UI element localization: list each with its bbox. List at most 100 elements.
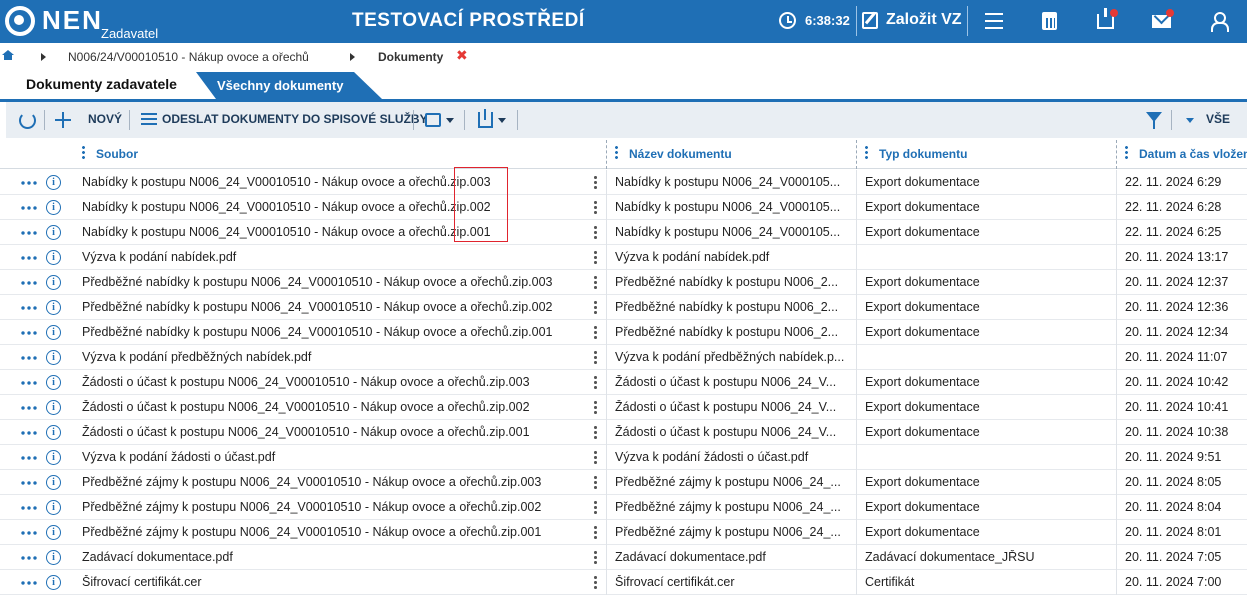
tab-contracting-documents[interactable]: Dokumenty zadavatele <box>26 76 177 92</box>
column-divider[interactable] <box>606 140 607 169</box>
more-icon[interactable] <box>20 381 38 385</box>
info-icon[interactable]: i <box>46 375 61 390</box>
table-row[interactable]: i Žádosti o účast k postupu N006_24_V0001… <box>0 395 1247 420</box>
kebab-icon[interactable] <box>594 550 597 565</box>
info-icon[interactable]: i <box>46 500 61 515</box>
create-icon[interactable] <box>862 12 878 29</box>
column-menu-icon[interactable] <box>82 145 85 159</box>
kebab-icon[interactable] <box>594 275 597 290</box>
chevron-down-icon[interactable] <box>446 118 454 123</box>
column-header-name[interactable]: Název dokumentu <box>629 147 732 161</box>
column-header-type[interactable]: Typ dokumentu <box>879 147 967 161</box>
filter-select[interactable]: VŠE <box>1206 112 1230 126</box>
plus-icon[interactable] <box>55 112 71 128</box>
info-icon[interactable]: i <box>46 275 61 290</box>
more-icon[interactable] <box>20 556 38 560</box>
kebab-icon[interactable] <box>594 425 597 440</box>
more-icon[interactable] <box>20 231 38 235</box>
cell-file[interactable]: Šifrovací certifikát.cer <box>82 575 602 589</box>
cell-file[interactable]: Zadávací dokumentace.pdf <box>82 550 602 564</box>
info-icon[interactable]: i <box>46 475 61 490</box>
more-icon[interactable] <box>20 306 38 310</box>
breadcrumb-item-tender[interactable]: N006/24/V00010510 - Nákup ovoce a ořechů <box>68 50 309 64</box>
chevron-down-icon[interactable] <box>498 118 506 123</box>
more-icon[interactable] <box>20 281 38 285</box>
info-icon[interactable]: i <box>46 175 61 190</box>
cell-file[interactable]: Výzva k podání předběžných nabídek.pdf <box>82 350 602 364</box>
more-icon[interactable] <box>20 581 38 585</box>
table-row[interactable]: i Výzva k podání nabídek.pdf Výzva k podán… <box>0 245 1247 270</box>
table-row[interactable]: i Předběžné nabídky k postupu N006_24_V00… <box>0 270 1247 295</box>
kebab-icon[interactable] <box>594 325 597 340</box>
home-icon[interactable] <box>2 50 14 61</box>
kebab-icon[interactable] <box>594 375 597 390</box>
more-icon[interactable] <box>20 531 38 535</box>
menu-icon[interactable] <box>985 13 1003 29</box>
column-menu-icon[interactable] <box>1125 145 1128 159</box>
more-icon[interactable] <box>20 456 38 460</box>
kebab-icon[interactable] <box>594 250 597 265</box>
info-icon[interactable]: i <box>46 250 61 265</box>
kebab-icon[interactable] <box>594 400 597 415</box>
cell-file[interactable]: Předběžné zájmy k postupu N006_24_V00010… <box>82 475 602 489</box>
cell-file[interactable]: Předběžné nabídky k postupu N006_24_V000… <box>82 300 602 314</box>
more-icon[interactable] <box>20 256 38 260</box>
cell-file[interactable]: Žádosti o účast k postupu N006_24_V00010… <box>82 425 602 439</box>
more-icon[interactable] <box>20 206 38 210</box>
more-icon[interactable] <box>20 356 38 360</box>
table-row[interactable]: i Předběžné nabídky k postupu N006_24_V00… <box>0 320 1247 345</box>
more-icon[interactable] <box>20 331 38 335</box>
cell-file[interactable]: Nabídky k postupu N006_24_V00010510 - Ná… <box>82 175 602 189</box>
column-header-date[interactable]: Datum a čas vložení <box>1139 147 1247 161</box>
kebab-icon[interactable] <box>594 225 597 240</box>
kebab-icon[interactable] <box>594 525 597 540</box>
column-menu-icon[interactable] <box>615 145 618 159</box>
more-icon[interactable] <box>20 506 38 510</box>
user-icon[interactable] <box>1211 12 1229 32</box>
cell-file[interactable]: Předběžné nabídky k postupu N006_24_V000… <box>82 275 602 289</box>
column-divider[interactable] <box>1116 140 1117 169</box>
kebab-icon[interactable] <box>594 200 597 215</box>
cell-file[interactable]: Výzva k podání žádosti o účast.pdf <box>82 450 602 464</box>
create-vz-button[interactable]: Založit VZ <box>886 11 962 29</box>
send-icon[interactable] <box>141 113 157 127</box>
cell-file[interactable]: Nabídky k postupu N006_24_V00010510 - Ná… <box>82 200 602 214</box>
mail-icon[interactable] <box>1152 15 1171 28</box>
info-icon[interactable]: i <box>46 425 61 440</box>
info-icon[interactable]: i <box>46 200 61 215</box>
table-row[interactable]: i Žádosti o účast k postupu N006_24_V0001… <box>0 370 1247 395</box>
column-header-file[interactable]: Soubor <box>96 147 138 161</box>
cell-file[interactable]: Výzva k podání nabídek.pdf <box>82 250 602 264</box>
cell-file[interactable]: Předběžné zájmy k postupu N006_24_V00010… <box>82 500 602 514</box>
table-row[interactable]: i Předběžné zájmy k postupu N006_24_V0001… <box>0 495 1247 520</box>
info-icon[interactable]: i <box>46 325 61 340</box>
column-divider[interactable] <box>856 140 857 169</box>
cell-file[interactable]: Žádosti o účast k postupu N006_24_V00010… <box>82 400 602 414</box>
filter-icon[interactable] <box>1146 112 1162 129</box>
table-row[interactable]: i Předběžné nabídky k postupu N006_24_V00… <box>0 295 1247 320</box>
info-icon[interactable]: i <box>46 300 61 315</box>
kebab-icon[interactable] <box>594 500 597 515</box>
info-icon[interactable]: i <box>46 350 61 365</box>
info-icon[interactable]: i <box>46 400 61 415</box>
info-icon[interactable]: i <box>46 450 61 465</box>
more-icon[interactable] <box>20 431 38 435</box>
more-icon[interactable] <box>20 181 38 185</box>
kebab-icon[interactable] <box>594 350 597 365</box>
table-row[interactable]: i Předběžné zájmy k postupu N006_24_V0001… <box>0 470 1247 495</box>
close-icon[interactable]: ✖ <box>456 47 468 64</box>
info-icon[interactable]: i <box>46 225 61 240</box>
table-row[interactable]: i Nabídky k postupu N006_24_V00010510 - N… <box>0 195 1247 220</box>
table-row[interactable]: i Výzva k podání žádosti o účast.pdf Výzva… <box>0 445 1247 470</box>
info-icon[interactable]: i <box>46 525 61 540</box>
column-menu-icon[interactable] <box>865 145 868 159</box>
cell-file[interactable]: Předběžné nabídky k postupu N006_24_V000… <box>82 325 602 339</box>
more-icon[interactable] <box>20 406 38 410</box>
refresh-icon[interactable] <box>19 112 36 129</box>
table-row[interactable]: i Nabídky k postupu N006_24_V00010510 - N… <box>0 220 1247 245</box>
table-row[interactable]: i Šifrovací certifikát.cer Šifrovací certi… <box>0 570 1247 595</box>
kebab-icon[interactable] <box>594 175 597 190</box>
more-icon[interactable] <box>20 481 38 485</box>
send-to-records-button[interactable]: ODESLAT DOKUMENTY DO SPISOVÉ SLUŽBY <box>162 112 428 126</box>
logo[interactable]: NEN <box>42 5 103 36</box>
